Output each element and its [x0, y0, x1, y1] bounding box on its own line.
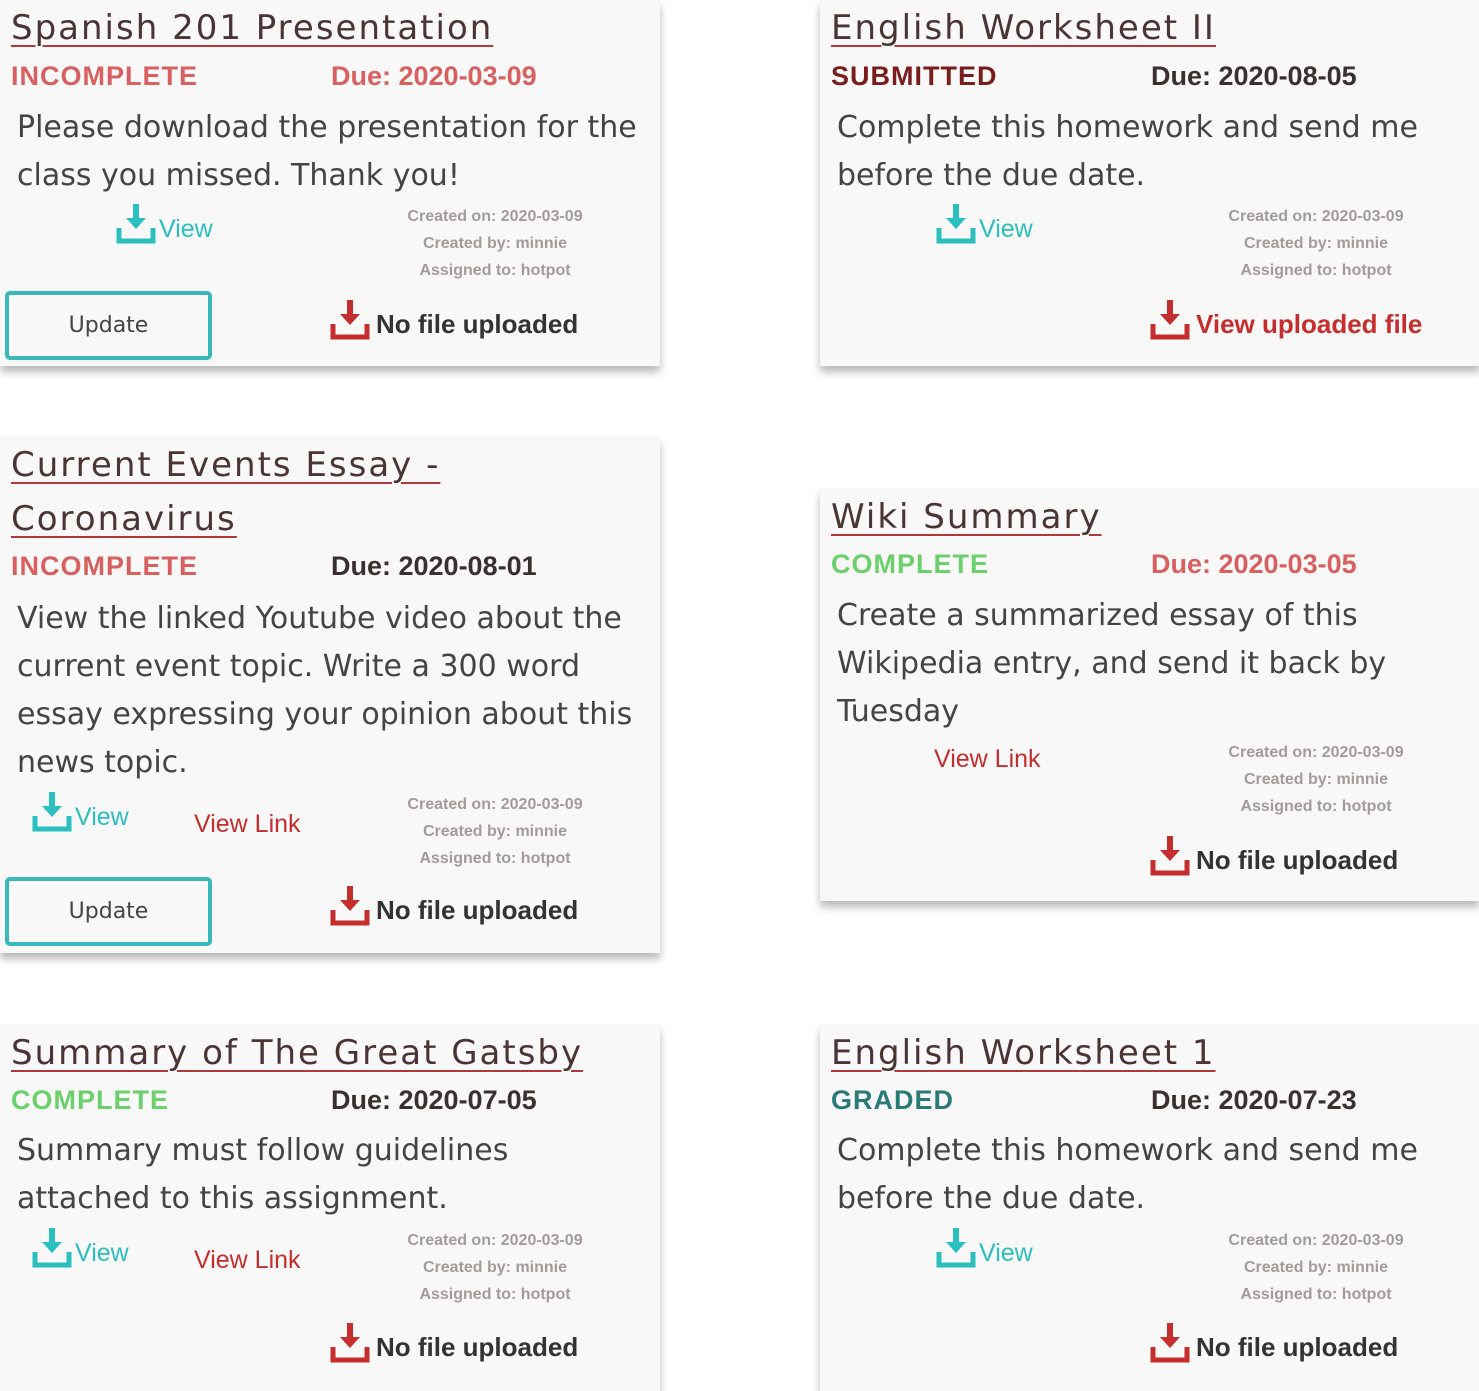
update-button[interactable]: Update	[5, 877, 212, 946]
assignment-card: Spanish 201 Presentation INCOMPLETE Due:…	[0, 0, 660, 366]
file-status: No file uploaded	[330, 1323, 578, 1363]
view-attachment-button[interactable]: View	[936, 1228, 1033, 1268]
assigned-to: Assigned to: hotpot	[419, 1286, 571, 1303]
view-label: View	[979, 1239, 1033, 1267]
assignment-meta: Created on: 2020-03-09 Created by: minni…	[1186, 203, 1446, 284]
due-date: Due: 2020-08-01	[331, 551, 537, 581]
due-date: Due: 2020-07-05	[331, 1085, 537, 1115]
created-on: Created on: 2020-03-09	[1228, 744, 1404, 761]
assignment-description: Complete this homework and send me befor…	[837, 1133, 1418, 1216]
view-label: View	[979, 215, 1033, 243]
view-label: View	[75, 803, 129, 831]
download-icon	[936, 1228, 976, 1268]
file-status: No file uploaded	[330, 886, 578, 926]
assigned-to: Assigned to: hotpot	[419, 850, 571, 867]
view-attachment-button[interactable]: View	[32, 1228, 129, 1268]
status-badge: SUBMITTED	[831, 61, 998, 91]
download-icon	[32, 792, 72, 832]
assignment-description: Summary must follow guidelines attached …	[17, 1133, 509, 1216]
due-date: Due: 2020-03-09	[331, 61, 537, 91]
due-date: Due: 2020-07-23	[1151, 1085, 1357, 1115]
assignment-meta: Created on: 2020-03-09 Created by: minni…	[365, 1227, 625, 1308]
assignment-title: Wiki Summary	[831, 497, 1102, 537]
status-badge: INCOMPLETE	[11, 551, 199, 581]
file-status-label: No file uploaded	[376, 1332, 579, 1362]
created-by: Created by: minnie	[422, 235, 568, 252]
download-icon	[936, 204, 976, 244]
view-link[interactable]: View Link	[194, 810, 301, 839]
assignment-meta: Created on: 2020-03-09 Created by: minni…	[365, 203, 625, 284]
view-attachment-button[interactable]: View	[936, 204, 1033, 244]
created-by: Created by: minnie	[1243, 771, 1389, 788]
view-label: View	[75, 1239, 129, 1267]
download-icon	[1150, 1323, 1190, 1363]
view-link[interactable]: View Link	[194, 1246, 301, 1275]
assigned-to: Assigned to: hotpot	[419, 262, 571, 279]
due-date: Due: 2020-08-05	[1151, 61, 1357, 91]
file-status-label: No file uploaded	[376, 895, 579, 925]
assignment-card: Summary of The Great Gatsby COMPLETE Due…	[0, 1025, 660, 1391]
file-status-label: No file uploaded	[1196, 845, 1399, 875]
file-status-label: No file uploaded	[1196, 1332, 1399, 1362]
view-uploaded-file-link[interactable]: View uploaded file	[1150, 300, 1422, 340]
status-badge: COMPLETE	[831, 549, 990, 579]
created-on: Created on: 2020-03-09	[407, 796, 583, 813]
assignment-description: View the linked Youtube video about the …	[17, 601, 633, 780]
view-label: View	[159, 215, 213, 243]
assignment-meta: Created on: 2020-03-09 Created by: minni…	[1186, 1227, 1446, 1308]
view-link[interactable]: View Link	[934, 745, 1041, 774]
created-on: Created on: 2020-03-09	[1228, 208, 1404, 225]
assignment-title: English Worksheet II	[831, 8, 1216, 48]
assignment-title: Current Events Essay - Coronavirus	[11, 445, 441, 539]
view-attachment-button[interactable]: View	[116, 204, 213, 244]
download-icon	[116, 204, 156, 244]
file-status: No file uploaded	[1150, 836, 1398, 876]
download-icon	[1150, 300, 1190, 340]
file-status: No file uploaded	[1150, 1323, 1398, 1363]
status-badge: GRADED	[831, 1085, 955, 1115]
created-by: Created by: minnie	[422, 1259, 568, 1276]
file-status-label: View uploaded file	[1196, 309, 1423, 339]
download-icon	[32, 1228, 72, 1268]
file-status: No file uploaded	[330, 300, 578, 340]
created-on: Created on: 2020-03-09	[407, 1232, 583, 1249]
download-icon	[330, 886, 370, 926]
created-by: Created by: minnie	[1243, 235, 1389, 252]
file-status-label: No file uploaded	[376, 309, 579, 339]
assignment-meta: Created on: 2020-03-09 Created by: minni…	[365, 791, 625, 872]
status-badge: INCOMPLETE	[11, 61, 199, 91]
download-icon	[1150, 836, 1190, 876]
assignment-card: English Worksheet II SUBMITTED Due: 2020…	[820, 0, 1479, 366]
assignment-card: Wiki Summary COMPLETE Due: 2020-03-05 Cr…	[820, 489, 1479, 901]
assignment-card: English Worksheet 1 GRADED Due: 2020-07-…	[820, 1025, 1479, 1391]
created-by: Created by: minnie	[422, 823, 568, 840]
update-button[interactable]: Update	[5, 291, 212, 360]
assigned-to: Assigned to: hotpot	[1240, 1286, 1392, 1303]
assignment-meta: Created on: 2020-03-09 Created by: minni…	[1186, 739, 1446, 820]
status-badge: COMPLETE	[11, 1085, 170, 1115]
view-attachment-button[interactable]: View	[32, 792, 129, 832]
assignment-description: Create a summarized essay of this Wikipe…	[837, 598, 1387, 729]
created-on: Created on: 2020-03-09	[407, 208, 583, 225]
assigned-to: Assigned to: hotpot	[1240, 262, 1392, 279]
assignment-title: Spanish 201 Presentation	[11, 8, 494, 48]
assignment-description: Please download the presentation for the…	[17, 110, 637, 193]
assignment-description: Complete this homework and send me befor…	[837, 110, 1418, 193]
due-date: Due: 2020-03-05	[1151, 549, 1357, 579]
assignment-title: English Worksheet 1	[831, 1033, 1216, 1073]
download-icon	[330, 1323, 370, 1363]
created-on: Created on: 2020-03-09	[1228, 1232, 1404, 1249]
assigned-to: Assigned to: hotpot	[1240, 798, 1392, 815]
assignment-title: Summary of The Great Gatsby	[11, 1033, 584, 1073]
download-icon	[330, 300, 370, 340]
assignment-card: Current Events Essay - Coronavirus INCOM…	[0, 437, 660, 953]
created-by: Created by: minnie	[1243, 1259, 1389, 1276]
